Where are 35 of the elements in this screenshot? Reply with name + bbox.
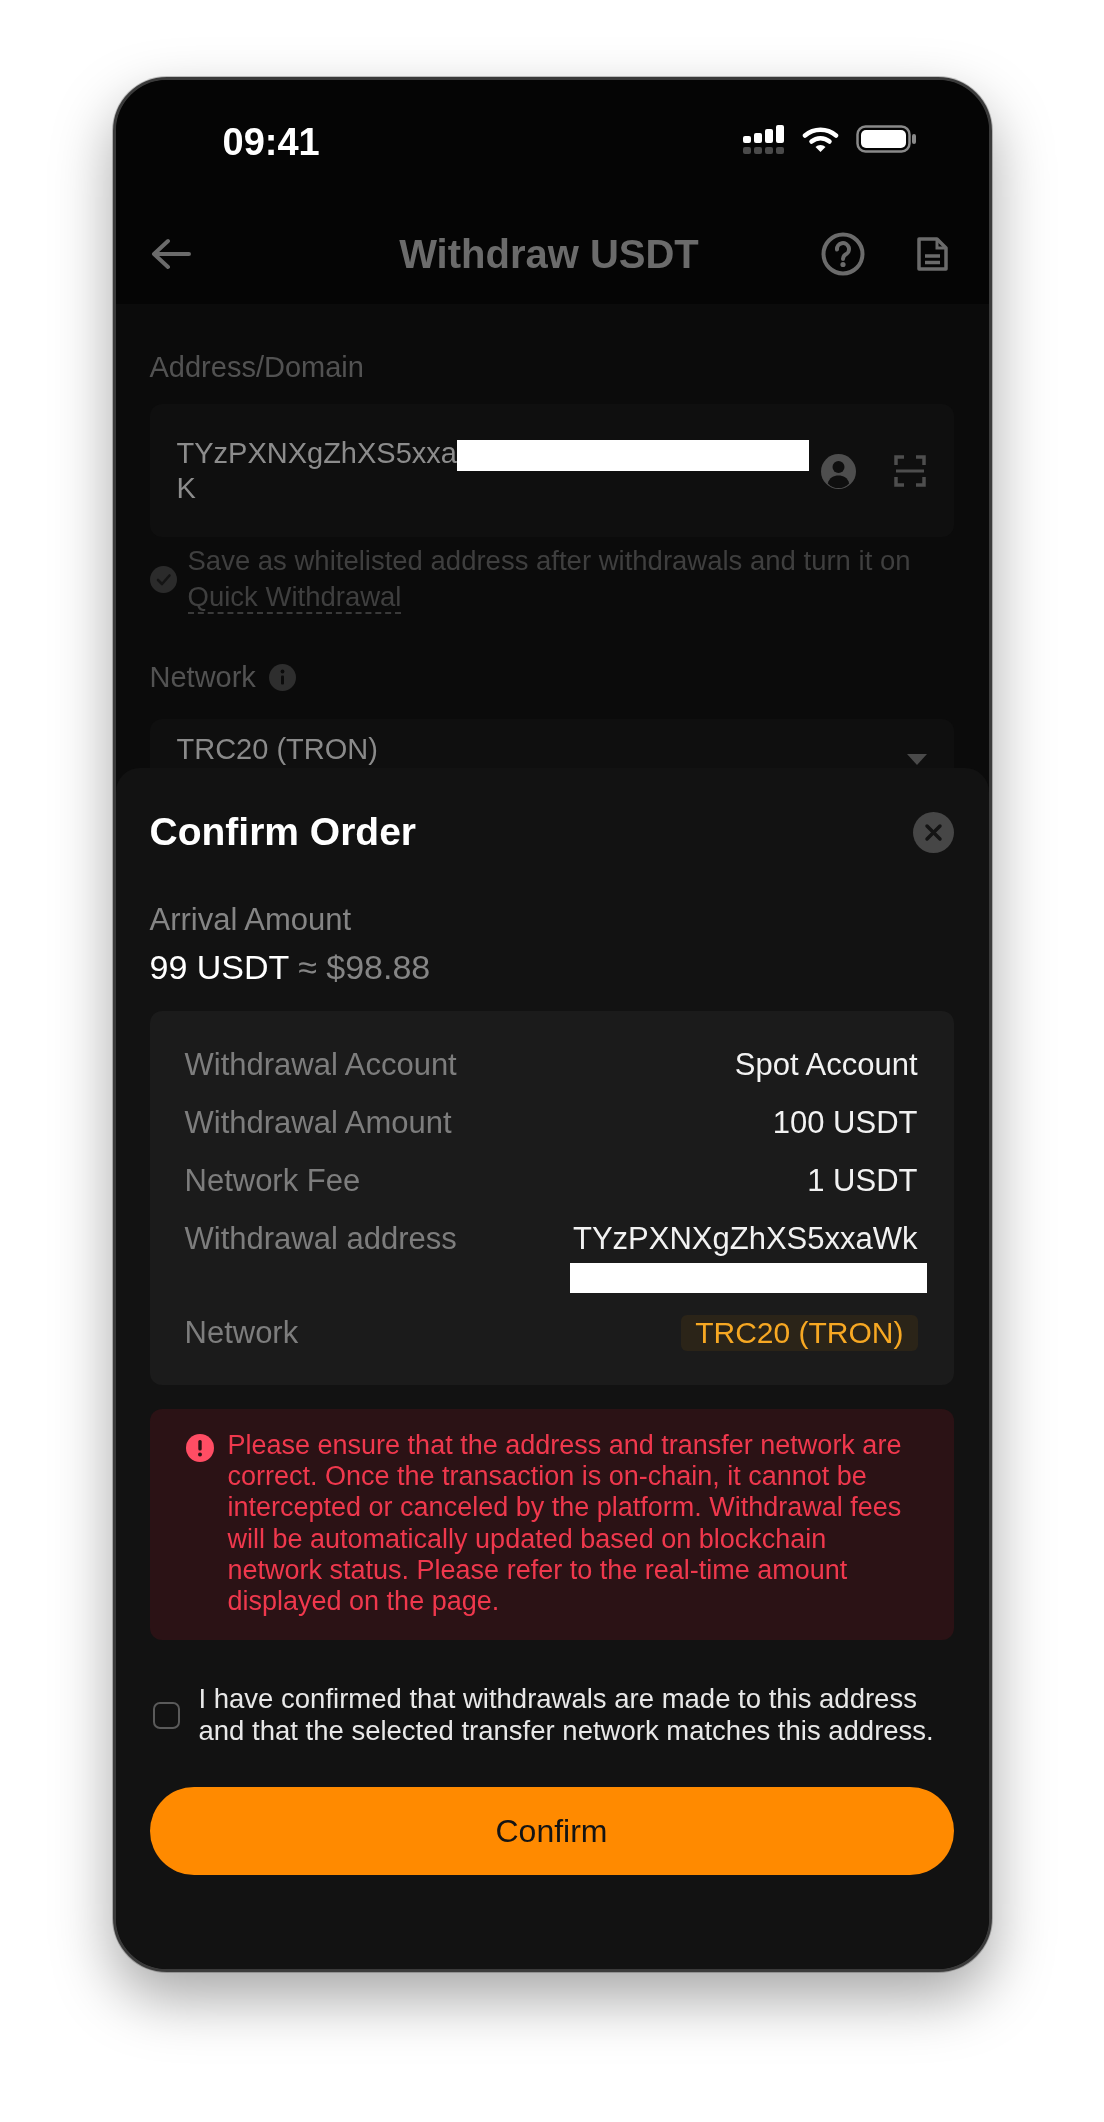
help-icon[interactable] [820,232,865,276]
close-icon[interactable] [912,811,954,853]
warning-icon [185,1434,214,1462]
detail-value: 100 USDT [772,1105,918,1141]
detail-label: Withdrawal Amount [184,1105,452,1141]
network-label: Network [149,660,256,694]
agreement-checkbox[interactable] [152,1701,180,1729]
status-time: 09:41 [222,120,320,164]
detail-value: Spot Account [734,1047,918,1083]
signal-icon [742,124,785,154]
whitelist-checkbox[interactable] [149,565,177,593]
detail-label: Network [184,1315,299,1351]
confirm-button[interactable]: Confirm [149,1787,954,1876]
address-field[interactable]: TYzPXNXgZhXS5xxa K [149,404,954,537]
wifi-icon [801,125,839,153]
address-label: Address/Domain [149,350,365,384]
detail-value: 1 USDT [807,1163,918,1199]
arrival-amount: 99 USDT [149,948,289,986]
document-icon[interactable] [915,236,949,272]
arrival-fiat-value: ≈ $98.88 [298,948,431,986]
header-title: Withdraw USDT [399,231,699,278]
detail-value: TYzPXNXgZhXS5xxaWk [572,1221,918,1257]
arrival-label: Arrival Amount [149,902,353,938]
info-icon[interactable] [268,663,296,691]
caret-icon [906,754,927,765]
contact-icon[interactable] [820,453,856,489]
warning-text: Please ensure that the address and transfer network are correct. Once the transaction is on-chain, it cannot be intercepted or canceled by the platform. Withdrawal fees will be automatically updated based on blockchain network status. Please refer to the real-time amount displayed on the page. [227,1430,903,1618]
detail-label: Withdrawal Account [184,1047,457,1083]
detail-label: Network Fee [184,1163,361,1199]
back-arrow-icon[interactable] [149,238,191,270]
scan-icon[interactable] [893,455,926,487]
network-badge: TRC20 (TRON) [681,1315,918,1351]
detail-label: Withdrawal address [184,1221,457,1257]
battery-icon [855,125,917,153]
agreement-text: I have confirmed that withdrawals are made to this address and that the selected transfer network matches this address. [198,1683,935,1748]
